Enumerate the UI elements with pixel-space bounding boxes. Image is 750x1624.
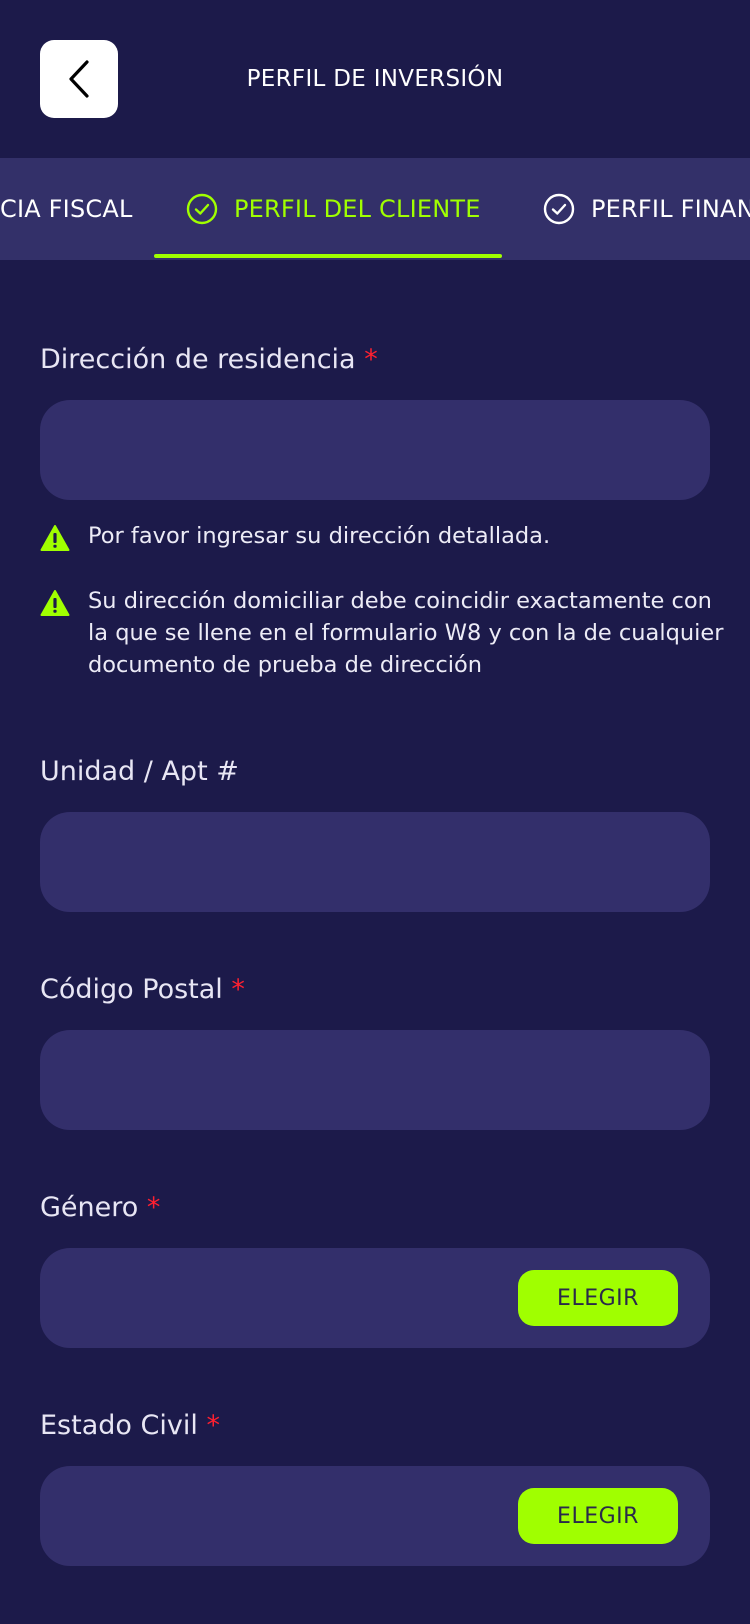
check-circle-icon bbox=[543, 193, 575, 225]
tab-perfil-financiero[interactable]: PERFIL FINAN bbox=[543, 158, 750, 260]
tab-residencia-fiscal[interactable]: CIA FISCAL bbox=[0, 158, 133, 260]
required-mark: * bbox=[206, 1410, 220, 1441]
required-mark: * bbox=[231, 974, 245, 1005]
check-circle-icon bbox=[186, 193, 218, 225]
marital-status-choose-button[interactable]: ELEGIR bbox=[518, 1488, 678, 1544]
gender-label: Género * bbox=[40, 1192, 161, 1223]
postal-code-input[interactable] bbox=[40, 1030, 710, 1130]
top-app-bar: PERFIL DE INVERSIÓN bbox=[0, 0, 750, 158]
address-input[interactable] bbox=[40, 400, 710, 500]
marital-status-select[interactable]: ELEGIR bbox=[40, 1466, 710, 1566]
warning-icon bbox=[40, 590, 70, 616]
tab-label: CIA FISCAL bbox=[0, 195, 133, 223]
tab-label: PERFIL FINAN bbox=[591, 195, 750, 223]
warning-text: Por favor ingresar su dirección detallad… bbox=[88, 523, 551, 549]
warning-icon bbox=[40, 525, 70, 551]
active-tab-indicator bbox=[154, 254, 502, 258]
marital-status-label: Estado Civil * bbox=[40, 1410, 220, 1441]
unit-label: Unidad / Apt # bbox=[40, 756, 239, 787]
step-tabs: CIA FISCAL PERFIL DEL CLIENTE PERFIL FIN… bbox=[0, 158, 750, 260]
address-label: Dirección de residencia * bbox=[40, 344, 378, 375]
tab-label: PERFIL DEL CLIENTE bbox=[234, 195, 481, 223]
address-warning-1: Por favor ingresar su dirección detallad… bbox=[40, 520, 720, 554]
required-mark: * bbox=[146, 1192, 161, 1223]
unit-input[interactable] bbox=[40, 812, 710, 912]
address-warning-2: Su dirección domiciliar debe coincidir e… bbox=[40, 585, 723, 685]
gender-choose-button[interactable]: ELEGIR bbox=[518, 1270, 678, 1326]
gender-select[interactable]: ELEGIR bbox=[40, 1248, 710, 1348]
tab-perfil-del-cliente[interactable]: PERFIL DEL CLIENTE bbox=[186, 158, 481, 260]
required-mark: * bbox=[364, 344, 378, 375]
postal-code-label: Código Postal * bbox=[40, 974, 245, 1005]
warning-text: Su dirección domiciliar debe coincidir e… bbox=[88, 588, 724, 678]
page-title: PERFIL DE INVERSIÓN bbox=[246, 66, 504, 92]
